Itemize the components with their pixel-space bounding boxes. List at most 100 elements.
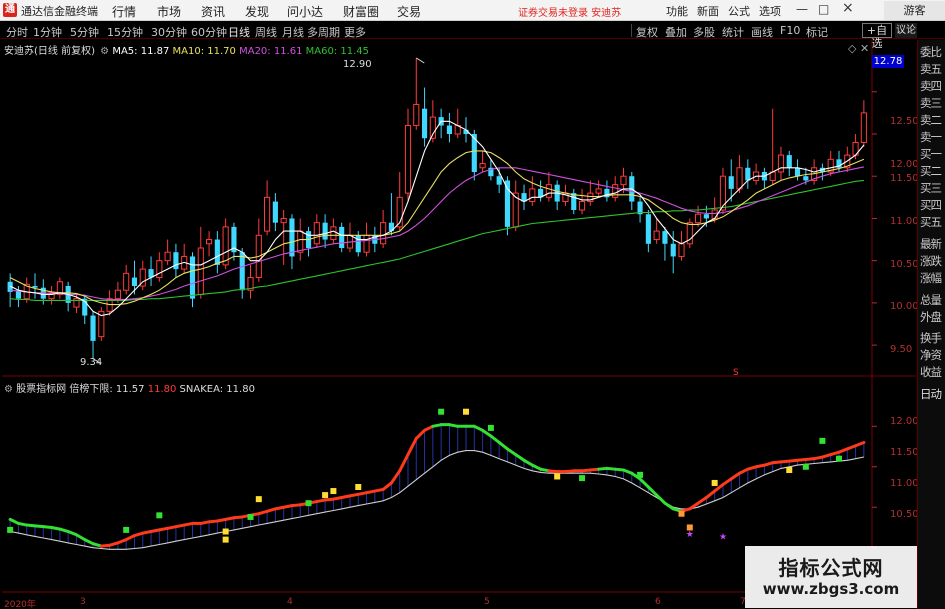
signal-flag-marker: S	[733, 368, 739, 378]
snake-line-segment	[514, 453, 526, 462]
price-tick: 11.50	[890, 173, 919, 184]
candle-body-up	[404, 125, 412, 194]
indicator-signal-marker	[554, 473, 561, 480]
snake-line-segment	[406, 436, 418, 457]
snake-line-segment	[696, 496, 708, 505]
candle-body-up	[678, 243, 685, 257]
sidebar-item[interactable]: 涨跌	[920, 253, 945, 269]
snake-line-segment	[489, 434, 501, 444]
candle-body-down	[272, 201, 278, 223]
candle-body-up	[313, 222, 320, 245]
indicator-star-marker: ★	[686, 530, 694, 540]
ma5-line	[9, 120, 865, 317]
candle-body-down	[90, 315, 96, 341]
indicator-signal-marker	[819, 437, 826, 444]
sidebar-item[interactable]: 买五	[920, 214, 945, 230]
watermark-url: www.zbgs3.com	[762, 580, 900, 598]
price-tick: 12.00	[890, 159, 919, 170]
sidebar-item[interactable]: 买三	[920, 180, 945, 196]
indicator-signal-marker	[156, 512, 163, 519]
settings-icon[interactable]: ⚙	[100, 46, 109, 57]
candle-body-up	[529, 188, 536, 203]
candle-body-down	[794, 167, 801, 177]
sidebar-item[interactable]: 最新	[920, 236, 945, 252]
candle-body-down	[446, 125, 453, 134]
indicator-item-1: 倍榜下限: 11.57	[69, 384, 145, 395]
candle-body-up	[156, 260, 163, 279]
sidebar-item[interactable]: 买一	[920, 146, 945, 162]
snake-line-segment	[381, 481, 393, 491]
quote-sidebar: 委比 卖五 卖四 卖三 卖二 卖一 买一 买二 买三 买四 买五 最新 涨跌 涨…	[917, 40, 945, 609]
sidebar-item[interactable]: 收益	[920, 364, 945, 380]
candle-body-up	[197, 247, 204, 295]
candle-body-down	[645, 214, 651, 244]
high-price-marker: 12.90	[343, 59, 372, 70]
indicator-signal-marker	[579, 475, 586, 482]
sidebar-item[interactable]: 卖五	[920, 61, 945, 77]
candle-body-down	[662, 231, 668, 244]
indicator-signal-marker	[711, 479, 718, 486]
candle-body-down	[214, 239, 220, 265]
candle-body-down	[421, 108, 428, 139]
sidebar-item[interactable]: 卖四	[920, 78, 945, 94]
candle-body-down	[496, 176, 502, 185]
trading-terminal-window: { "app": {"logo_text": "通", "title": "通达…	[0, 0, 945, 609]
indicator-signal-marker	[7, 526, 14, 533]
candle-body-down	[670, 243, 676, 257]
kline-chart: ★ ★	[2, 40, 916, 593]
candle-body-down	[322, 222, 328, 240]
snake-line-segment	[389, 469, 402, 485]
candle-body-up	[695, 213, 702, 224]
chart-toggle-icon[interactable]: ◇ ✕	[848, 42, 869, 55]
indicator-tick: 10.50	[890, 509, 919, 520]
time-tick: 6	[655, 597, 661, 607]
snake-line-segment	[481, 428, 493, 438]
indicator-settings-icon[interactable]: ⚙	[4, 384, 13, 395]
sidebar-item[interactable]: 净资	[920, 347, 945, 363]
snake-line-segment	[414, 428, 427, 440]
sidebar-item[interactable]: 涨幅	[920, 270, 945, 286]
time-tick: 4	[287, 597, 293, 607]
snake-line-segment	[638, 477, 650, 489]
sidebar-item[interactable]: 买二	[920, 163, 945, 179]
sidebar-bottom-tab[interactable]: 日动	[920, 386, 945, 402]
indicator-signal-marker	[678, 510, 685, 517]
indicator-signal-marker	[355, 484, 362, 490]
indicator-signal-marker	[123, 526, 130, 533]
sidebar-item[interactable]: 卖一	[920, 129, 945, 145]
candle-body-up	[578, 201, 586, 211]
candle-body-down	[504, 180, 511, 227]
indicator-signal-marker	[835, 455, 842, 462]
sidebar-item[interactable]: 买四	[920, 197, 945, 213]
candle-body-up	[413, 103, 420, 127]
candle-body-up	[380, 222, 387, 245]
sidebar-item[interactable]: 卖二	[920, 112, 945, 128]
snake-line-segment	[497, 440, 509, 451]
high-leader-line	[416, 57, 425, 64]
candle-body-down	[745, 167, 751, 181]
candle-body-up	[164, 251, 171, 262]
sidebar-item[interactable]: 换手	[920, 330, 945, 346]
candle-body-up	[860, 112, 867, 143]
sidebar-item[interactable]: 外盘	[920, 309, 945, 325]
indicator-name: 股票指标网	[16, 384, 67, 395]
price-tick: 10.00	[890, 301, 919, 312]
candle-body-up	[330, 226, 337, 241]
low-price-marker: 9.34	[80, 357, 103, 368]
candle-body-up	[777, 154, 785, 173]
stock-name: 安迪苏	[4, 46, 34, 57]
candle-body-down	[173, 252, 179, 270]
sidebar-item[interactable]: 卖三	[920, 95, 945, 111]
candle-body-up	[711, 209, 718, 219]
snake-line-segment	[729, 471, 742, 481]
candle-body-up	[114, 289, 121, 300]
indicator-signal-marker	[255, 496, 262, 503]
candle-body-up	[264, 196, 271, 232]
indicator-tick: 12.00	[890, 416, 919, 427]
indicator-item-3: SNAKEA: 11.80	[179, 384, 255, 395]
time-tick: 5	[484, 597, 490, 607]
sidebar-item[interactable]: 总量	[920, 292, 945, 308]
sidebar-item[interactable]: 委比	[920, 44, 945, 60]
indicator-signal-marker	[438, 408, 445, 415]
candle-body-up	[719, 175, 727, 211]
